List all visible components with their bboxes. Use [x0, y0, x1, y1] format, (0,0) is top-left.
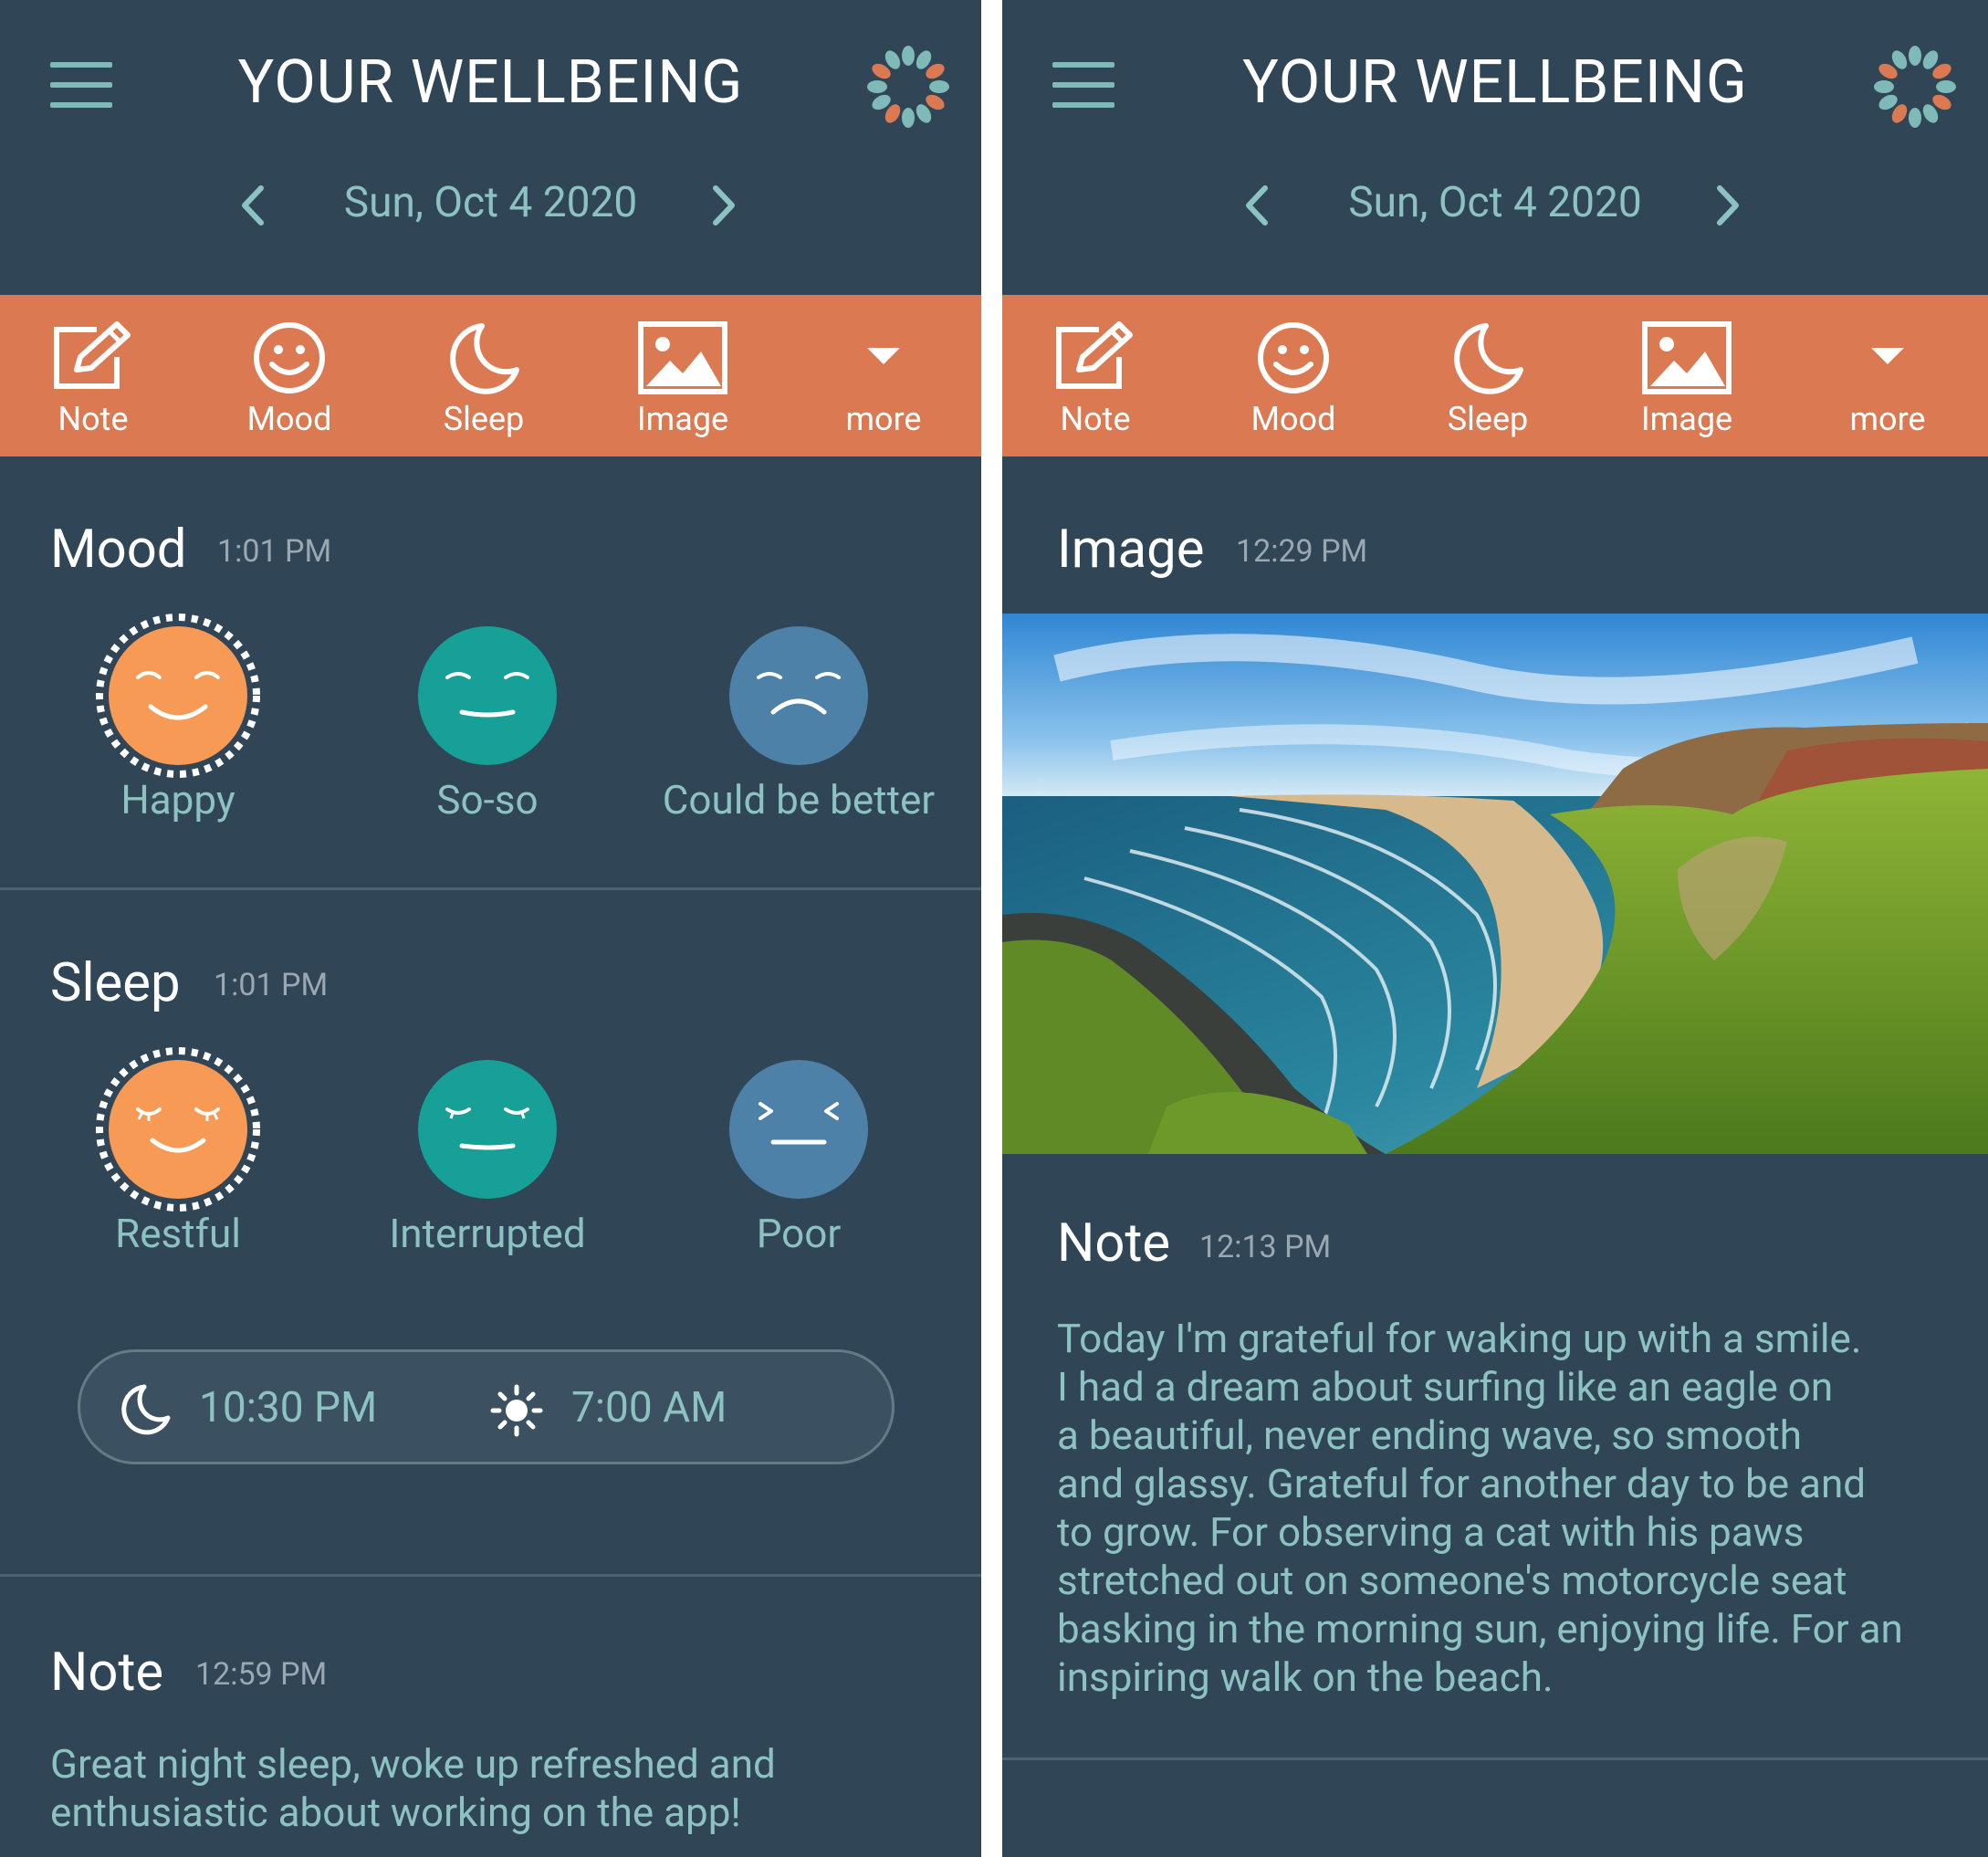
neutral-face-icon: [418, 626, 557, 765]
current-date: Sun, Oct 4 2020: [1348, 178, 1642, 227]
note-line: to grow. For observing a cat with his pa…: [1057, 1508, 1805, 1556]
wellbeing-screen-right: YOUR WELLBEING Sun, Oct 4 2020 Note Mood…: [1002, 0, 1988, 1857]
date-navigator: Sun, Oct 4 2020: [0, 178, 981, 233]
note-section-title: Note: [1057, 1212, 1171, 1275]
app-logo-icon: [867, 46, 949, 128]
caret-down-icon: [1871, 348, 1904, 364]
sleep-tool-label: Sleep: [443, 400, 525, 438]
add-mood-button[interactable]: Mood: [207, 295, 371, 456]
moon-icon: [450, 323, 519, 394]
app-logo-icon: [1874, 46, 1956, 128]
note-line: enthusiastic about working on the app!: [50, 1789, 741, 1836]
wellbeing-screen-left: YOUR WELLBEING Sun, Oct 4 2020 Note Mood…: [0, 0, 981, 1857]
image-tool-label: Image: [636, 400, 729, 438]
note-tool-label: Note: [1060, 400, 1131, 438]
image-tool-label: Image: [1640, 400, 1733, 438]
note-edit-icon: [54, 321, 131, 389]
restful-face-icon: [96, 1047, 260, 1212]
more-tool-label: more: [1849, 400, 1926, 438]
mood-option-so-so[interactable]: So-so: [341, 612, 633, 831]
add-mood-button[interactable]: Mood: [1211, 295, 1376, 456]
note-line: Today I'm grateful for waking up with a …: [1057, 1315, 1862, 1362]
entry-toolbar: Note Mood Sleep Image more: [0, 295, 981, 456]
section-divider: [1002, 1757, 1988, 1760]
note-line: and glassy. Grateful for another day to …: [1057, 1460, 1867, 1507]
sleep-option-label: Poor: [756, 1210, 842, 1257]
mood-section-time: 1:01 PM: [217, 533, 332, 570]
current-date: Sun, Oct 4 2020: [343, 178, 638, 227]
mood-option-label: Could be better: [662, 776, 936, 824]
sleep-option-restful[interactable]: Restful: [32, 1045, 324, 1264]
more-button[interactable]: more: [1805, 295, 1970, 456]
add-note-button[interactable]: Note: [11, 295, 175, 456]
chevron-right-icon[interactable]: [705, 183, 741, 228]
sun-icon: [490, 1384, 543, 1437]
app-title: YOUR WELLBEING: [1242, 47, 1748, 118]
bedtime-value: 10:30 PM: [199, 1383, 378, 1432]
smiley-icon: [1258, 322, 1329, 393]
add-image-button[interactable]: Image: [601, 295, 765, 456]
sleep-option-poor[interactable]: Poor: [653, 1045, 945, 1264]
note-section-time: 12:59 PM: [195, 1656, 328, 1693]
image-icon: [1642, 321, 1732, 394]
mood-tool-label: Mood: [246, 400, 332, 438]
more-tool-label: more: [845, 400, 922, 438]
mood-option-could-be-better[interactable]: Could be better: [653, 612, 945, 831]
sleep-times: 10:30 PM 7:00 AM: [78, 1349, 895, 1464]
mood-option-label: So-so: [436, 776, 539, 824]
mood-tool-label: Mood: [1250, 400, 1336, 438]
more-button[interactable]: more: [801, 295, 966, 456]
note-line: basking in the morning sun, enjoying lif…: [1057, 1605, 1903, 1652]
moon-icon: [1454, 323, 1523, 394]
waketime-value: 7:00 AM: [571, 1383, 727, 1432]
sleep-option-interrupted[interactable]: Interrupted: [341, 1045, 633, 1264]
note-body: Today I'm grateful for waking up with a …: [1057, 1315, 1970, 1702]
add-image-button[interactable]: Image: [1605, 295, 1769, 456]
app-title: YOUR WELLBEING: [237, 47, 744, 118]
sad-face-icon: [729, 626, 868, 765]
sleep-section-title: Sleep: [50, 952, 181, 1014]
chevron-right-icon[interactable]: [1709, 183, 1745, 228]
sleep-section-time: 1:01 PM: [214, 967, 329, 1003]
date-navigator: Sun, Oct 4 2020: [1002, 178, 1988, 233]
note-tool-label: Note: [58, 400, 129, 438]
app-bar: YOUR WELLBEING Sun, Oct 4 2020: [1002, 0, 1988, 295]
beach-landscape-image[interactable]: [1002, 614, 1988, 1154]
add-sleep-button[interactable]: Sleep: [1406, 295, 1570, 456]
smiley-icon: [254, 322, 325, 393]
image-section-title: Image: [1057, 519, 1205, 581]
section-divider: [0, 1574, 981, 1577]
note-section-time: 12:13 PM: [1199, 1229, 1332, 1265]
note-line: stretched out on someone's motorcycle se…: [1057, 1557, 1847, 1604]
note-line: inspiring walk on the beach.: [1057, 1653, 1554, 1701]
note-body: Great night sleep, woke up refreshed and…: [50, 1740, 954, 1837]
add-sleep-button[interactable]: Sleep: [402, 295, 566, 456]
mood-section-title: Mood: [50, 519, 187, 581]
note-section-title: Note: [50, 1642, 164, 1704]
sleep-tool-label: Sleep: [1447, 400, 1529, 438]
image-icon: [638, 321, 727, 394]
poor-face-icon: [729, 1060, 868, 1199]
note-line: a beautiful, never ending wave, so smoot…: [1057, 1411, 1803, 1459]
app-bar: YOUR WELLBEING Sun, Oct 4 2020: [0, 0, 981, 295]
moon-icon: [121, 1384, 171, 1435]
note-line: Great night sleep, woke up refreshed and: [50, 1740, 776, 1788]
interrupted-face-icon: [418, 1060, 557, 1199]
caret-down-icon: [867, 348, 900, 364]
image-section-time: 12:29 PM: [1236, 533, 1368, 570]
note-line: I had a dream about surfing like an eagl…: [1057, 1363, 1834, 1411]
entry-toolbar: Note Mood Sleep Image more: [1002, 295, 1988, 456]
add-note-button[interactable]: Note: [1013, 295, 1177, 456]
note-edit-icon: [1056, 321, 1133, 389]
happy-face-icon: [96, 614, 260, 778]
sleep-option-label: Interrupted: [389, 1210, 586, 1257]
mood-option-happy[interactable]: Happy: [32, 612, 324, 831]
section-divider: [0, 887, 981, 890]
